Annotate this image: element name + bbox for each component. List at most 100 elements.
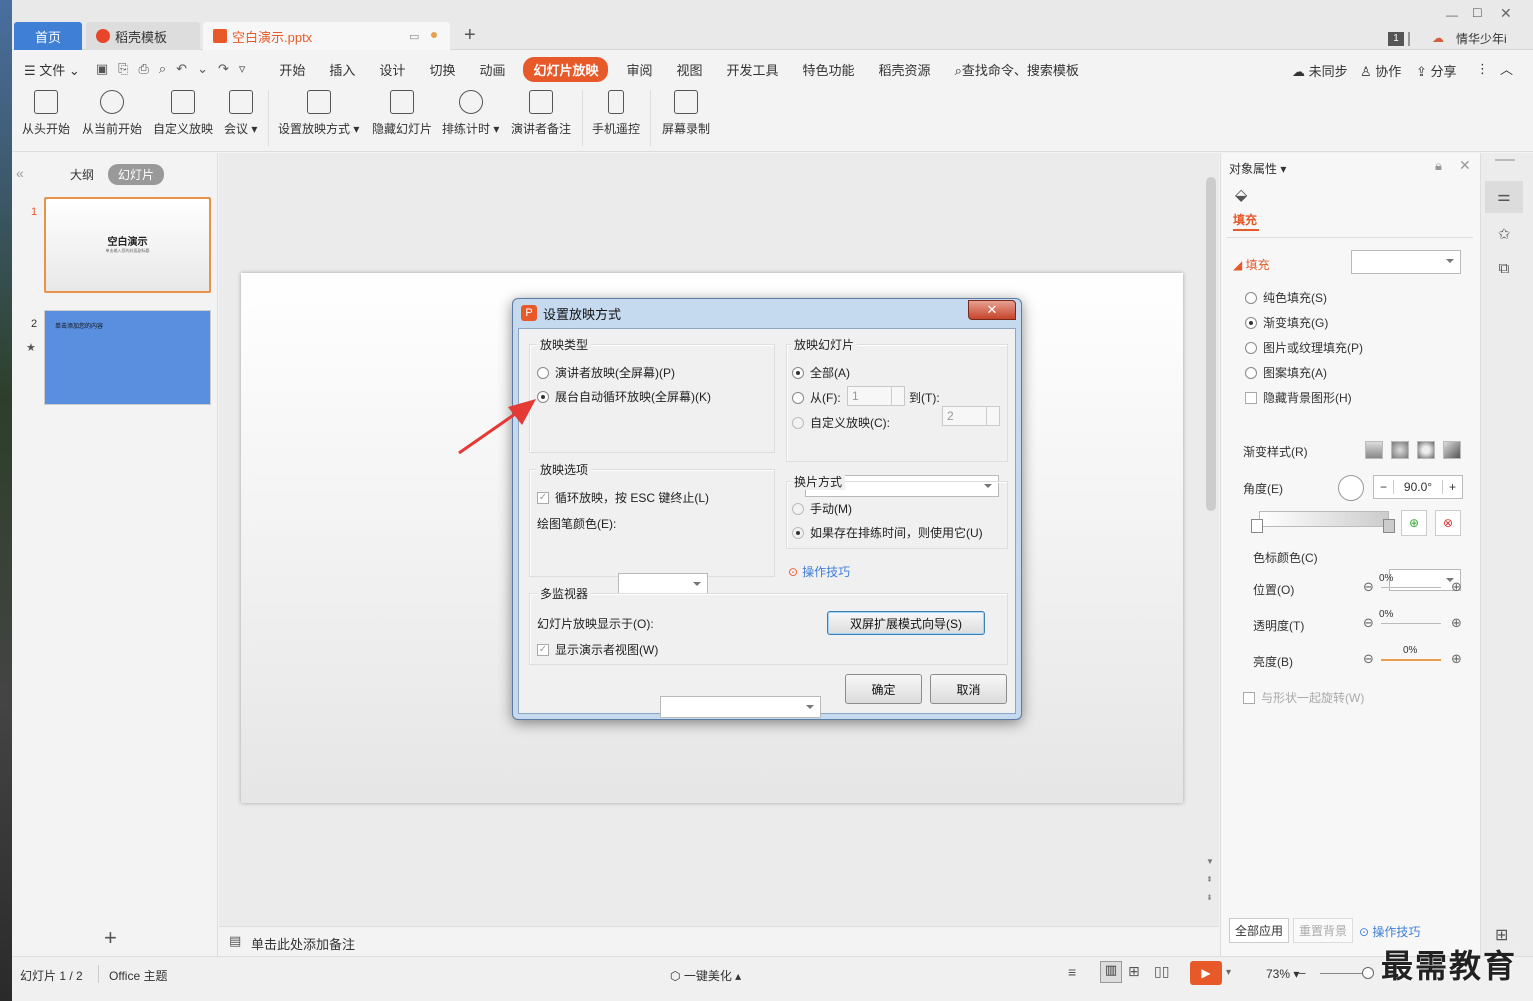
gradient-stop-right[interactable]	[1383, 519, 1395, 533]
custom-show-button[interactable]: 自定义放映	[153, 90, 213, 137]
menu-item-docer[interactable]: 稻壳资源	[867, 60, 943, 79]
play-from-start-button[interactable]: 从头开始	[22, 90, 70, 137]
prev-slide-icon[interactable]: ⇞	[1206, 875, 1213, 884]
decrease-icon[interactable]: ⊖	[1363, 651, 1374, 667]
minimize-icon[interactable]: —	[1446, 8, 1458, 22]
scroll-thumb[interactable]	[1206, 177, 1216, 511]
beautify-button[interactable]: ⬡ 一键美化 ▴	[670, 967, 741, 984]
increase-icon[interactable]: +	[1442, 480, 1462, 494]
display-on-dropdown[interactable]	[660, 696, 821, 718]
angle-dial[interactable]	[1338, 475, 1364, 501]
apply-all-button[interactable]: 全部应用	[1229, 918, 1290, 943]
decrease-icon[interactable]: ⊖	[1363, 579, 1374, 595]
remove-stop-icon[interactable]: ⊗	[1435, 510, 1461, 536]
fill-pattern-radio[interactable]: 图案填充(A)	[1245, 364, 1327, 381]
properties-icon[interactable]: ⚌	[1485, 181, 1523, 213]
quick-access-icons[interactable]: ▣⎘⎙⌕↶⌄↷▿	[92, 61, 268, 77]
presenter-mode-radio[interactable]: 演讲者放映(全屏幕)(P)	[537, 364, 675, 381]
menu-item-slideshow[interactable]: 幻灯片放映	[523, 56, 609, 82]
theme-name[interactable]: Office 主题	[109, 967, 167, 984]
fill-solid-radio[interactable]: 纯色填充(S)	[1245, 289, 1327, 306]
rehearse-button[interactable]: 排练计时 ▾	[442, 90, 499, 137]
gradient-path-icon[interactable]	[1443, 441, 1461, 459]
zoom-thumb[interactable]	[1362, 967, 1374, 979]
increase-icon[interactable]: ⊕	[1451, 579, 1462, 595]
collapse-ribbon-icon[interactable]: ︿	[1488, 59, 1525, 78]
setup-show-button[interactable]: 设置放映方式 ▾	[278, 90, 359, 137]
tab-home[interactable]: 首页	[14, 22, 82, 50]
gradient-rect-icon[interactable]	[1417, 441, 1435, 459]
use-timing-radio[interactable]: 如果存在排练时间，则使用它(U)	[792, 524, 983, 541]
slide-thumbnail[interactable]: 单击添加您的内容	[44, 310, 211, 405]
panel-title[interactable]: 对象属性 ▾	[1229, 160, 1286, 177]
reading-view-icon[interactable]: ▯▯	[1154, 963, 1169, 980]
screen-record-button[interactable]: 屏幕录制	[662, 90, 710, 137]
slide-thumbnail[interactable]: 空白演示 单击输入您的封面副标题	[44, 197, 211, 293]
zoom-out-icon[interactable]: −	[1298, 965, 1306, 981]
presenter-view-checkbox[interactable]: ✓ 显示演示者视图(W)	[537, 641, 658, 658]
notes-toggle-icon[interactable]: ≡	[1068, 964, 1076, 980]
gradient-bar[interactable]	[1259, 511, 1389, 527]
manual-radio[interactable]: 手动(M)	[792, 500, 852, 517]
file-menu[interactable]: ☰ 文件 ⌄	[12, 60, 92, 79]
increase-icon[interactable]: ⊕	[1451, 651, 1462, 667]
menu-item-review[interactable]: 审阅	[614, 60, 664, 79]
phone-remote-button[interactable]: 手机遥控	[592, 90, 640, 137]
play-slideshow-button[interactable]: ▶	[1190, 961, 1222, 985]
add-slide-button[interactable]: +	[104, 925, 117, 951]
position-slider[interactable]	[1381, 587, 1441, 588]
gradient-radial-icon[interactable]	[1391, 441, 1409, 459]
from-spinner[interactable]: 1	[847, 386, 905, 406]
fill-color-dropdown[interactable]	[1351, 250, 1461, 274]
brightness-slider[interactable]	[1381, 659, 1441, 661]
share-button[interactable]: ⇪ 分享	[1404, 61, 1469, 80]
fill-section-label[interactable]: ◢ 填充	[1233, 256, 1270, 273]
menu-item-start[interactable]: 开始	[267, 60, 317, 79]
reset-bg-button[interactable]: 重置背景	[1293, 918, 1354, 943]
range-radio[interactable]: 从(F):	[792, 389, 841, 406]
kiosk-mode-radio[interactable]: 展台自动循环放映(全屏幕)(K)	[537, 388, 711, 405]
scroll-down-icon[interactable]: ▼	[1206, 857, 1214, 866]
gradient-linear-icon[interactable]	[1365, 441, 1383, 459]
search-command[interactable]: ⌕查找命令、搜索模板	[943, 60, 1091, 79]
lock-icon[interactable]: 🔒︎	[1435, 158, 1442, 174]
to-spinner[interactable]: 2	[942, 406, 1000, 426]
sorter-view-icon[interactable]: ⊞	[1128, 963, 1140, 980]
tab-outline[interactable]: 大纲	[70, 166, 94, 183]
collapse-panel-icon[interactable]: «	[16, 165, 24, 181]
tab-fill[interactable]: 填充	[1233, 211, 1257, 228]
menu-item-devtools[interactable]: 开发工具	[715, 60, 791, 79]
decrease-icon[interactable]: ⊖	[1363, 615, 1374, 631]
menu-item-insert[interactable]: 插入	[317, 60, 367, 79]
menu-item-features[interactable]: 特色功能	[791, 60, 867, 79]
play-current-button[interactable]: 从当前开始	[82, 90, 142, 137]
zoom-level[interactable]: 73% ▾	[1266, 967, 1299, 981]
rotate-with-shape-checkbox[interactable]: 与形状一起旋转(W)	[1243, 689, 1364, 706]
dialog-title-bar[interactable]: P 设置放映方式	[513, 299, 1021, 327]
ok-button[interactable]: 确定	[845, 674, 922, 704]
hide-bg-checkbox[interactable]: 隐藏背景图形(H)	[1245, 389, 1352, 406]
add-stop-icon[interactable]: ⊕	[1401, 510, 1427, 536]
decrease-icon[interactable]: −	[1374, 480, 1394, 494]
tab-slides[interactable]: 幻灯片	[108, 164, 165, 185]
menu-item-animation[interactable]: 动画	[467, 60, 517, 79]
shapes-icon[interactable]: ⧉	[1485, 253, 1523, 285]
dual-screen-wizard-button[interactable]: 双屏扩展模式向导(S)	[827, 611, 985, 635]
cancel-button[interactable]: 取消	[930, 674, 1007, 704]
notes-bar[interactable]: ▤ 单击此处添加备注	[219, 926, 1219, 956]
all-slides-radio[interactable]: 全部(A)	[792, 364, 850, 381]
hide-slide-button[interactable]: 隐藏幻灯片	[372, 90, 432, 137]
meeting-button[interactable]: 会议 ▾	[224, 90, 257, 137]
maximize-icon[interactable]: ☐	[1472, 6, 1483, 20]
next-slide-icon[interactable]: ⇟	[1206, 893, 1213, 902]
tab-docer[interactable]: 稻壳模板	[86, 22, 200, 50]
cloud-icon[interactable]: ☁	[1432, 31, 1444, 45]
dialog-close-icon[interactable]: ✕	[968, 300, 1016, 320]
tips-link[interactable]: ⊙ 操作技巧	[788, 563, 850, 580]
menu-item-transition[interactable]: 切换	[417, 60, 467, 79]
menu-item-view[interactable]: 视图	[665, 60, 715, 79]
gradient-stop-left[interactable]	[1251, 519, 1263, 533]
fill-gradient-radio[interactable]: 渐变填充(G)	[1245, 314, 1328, 331]
user-name[interactable]: 情华少年i	[1456, 30, 1507, 47]
new-tab-button[interactable]: +	[464, 24, 476, 47]
